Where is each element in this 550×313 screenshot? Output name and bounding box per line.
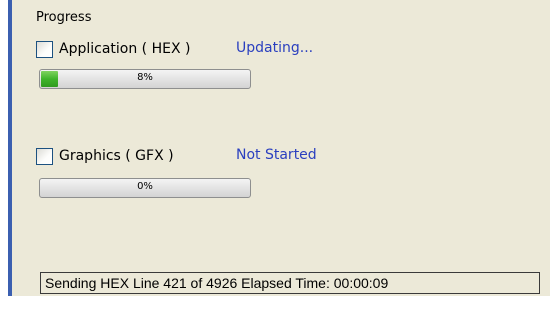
- status-bar: Sending HEX Line 421 of 4926 Elapsed Tim…: [40, 272, 540, 294]
- graphics-row: Graphics ( GFX ): [36, 145, 174, 167]
- graphics-label: Graphics ( GFX ): [59, 148, 174, 164]
- application-progress-bar: 8%: [39, 69, 251, 89]
- progress-group-title: Progress: [36, 10, 92, 25]
- application-label: Application ( HEX ): [59, 41, 191, 57]
- graphics-progress-bar: 0%: [39, 178, 251, 198]
- application-status: Updating...: [236, 40, 314, 56]
- graphics-status: Not Started: [236, 147, 317, 163]
- graphics-checkbox[interactable]: [36, 147, 53, 165]
- application-row: Application ( HEX ): [36, 38, 190, 60]
- application-progress-text: 8%: [137, 72, 153, 83]
- graphics-progress-text: 0%: [137, 181, 153, 192]
- progress-panel: Progress Application ( HEX ) Updating...…: [8, 0, 550, 296]
- application-checkbox[interactable]: [36, 40, 53, 58]
